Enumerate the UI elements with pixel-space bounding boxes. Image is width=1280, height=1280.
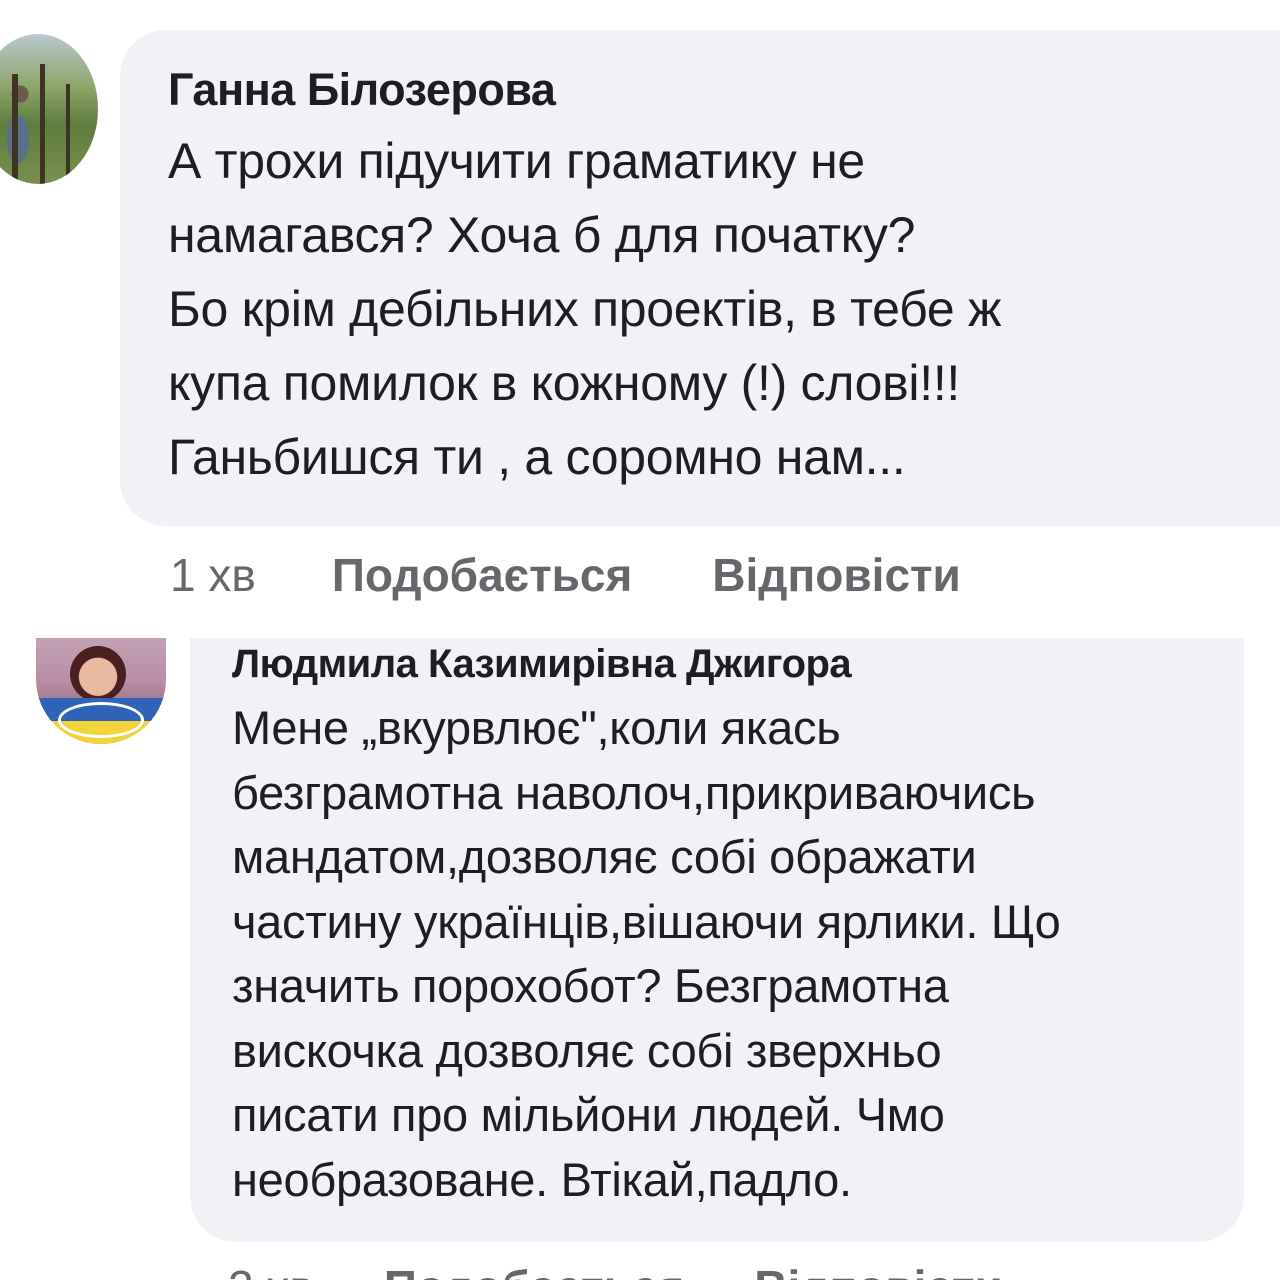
tree-trunk xyxy=(40,64,45,184)
like-button[interactable]: Подобається xyxy=(332,548,632,602)
comment-text: Мене „вкурвлює",коли якась безграмотна н… xyxy=(232,701,1061,1206)
frame-ring xyxy=(58,702,144,738)
comment-timestamp[interactable]: 1 хв xyxy=(170,548,256,602)
comment-timestamp[interactable]: 2 хв xyxy=(228,1260,314,1280)
comment-actions: 2 хв Подобається Відповісти xyxy=(228,1260,1003,1280)
like-button[interactable]: Подобається xyxy=(384,1260,684,1280)
reply-button[interactable]: Відповісти xyxy=(712,548,961,602)
reply-button[interactable]: Відповісти xyxy=(754,1260,1003,1280)
avatar[interactable] xyxy=(0,34,98,184)
comment-thread: Ганна Білозерова А трохи підучити грамат… xyxy=(0,0,1280,1280)
tree-trunk xyxy=(66,84,70,184)
avatar[interactable] xyxy=(36,638,166,744)
tree-trunk xyxy=(12,74,18,184)
comment-author[interactable]: Людмила Казимирівна Джигора xyxy=(232,642,852,687)
avatar-face xyxy=(70,646,126,702)
comment-text: А трохи підучити граматику не намагався?… xyxy=(168,133,1002,485)
comment-actions: 1 хв Подобається Відповісти xyxy=(170,548,961,602)
comment-author[interactable]: Ганна Білозерова xyxy=(168,64,556,116)
